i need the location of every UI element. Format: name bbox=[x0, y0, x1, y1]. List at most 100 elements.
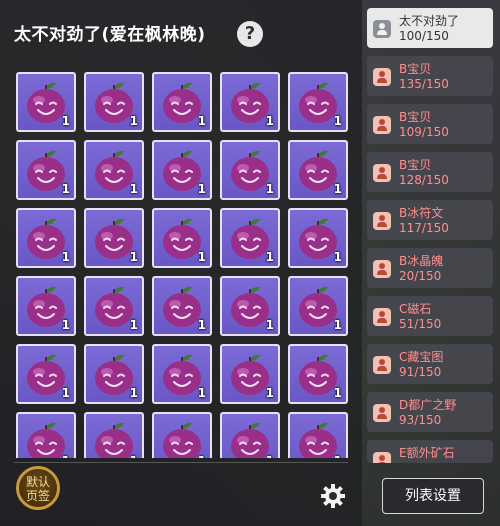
bag-list-item-count: 117/150 bbox=[399, 221, 449, 235]
item-count: 1 bbox=[333, 386, 342, 400]
item-count: 1 bbox=[129, 250, 138, 264]
item-count: 1 bbox=[61, 318, 70, 332]
bag-list-item-name: B冰晶魄 bbox=[399, 254, 444, 268]
item-count: 1 bbox=[333, 318, 342, 332]
inventory-slot[interactable]: 1 bbox=[16, 412, 76, 458]
inventory-slot[interactable]: 1 bbox=[288, 412, 348, 458]
inventory-slot[interactable]: 1 bbox=[16, 208, 76, 268]
bag-list-item[interactable]: B宝贝 128/150 bbox=[367, 152, 493, 192]
item-count: 1 bbox=[129, 182, 138, 196]
inventory-slot[interactable]: 1 bbox=[152, 276, 212, 336]
inventory-slot[interactable]: 1 bbox=[152, 344, 212, 404]
user-avatar-icon bbox=[373, 404, 391, 422]
bag-list-item[interactable]: D都广之野 93/150 bbox=[367, 392, 493, 432]
item-count: 1 bbox=[61, 182, 70, 196]
default-tab-button[interactable]: 默认 页签 bbox=[16, 466, 60, 510]
help-button[interactable]: ? bbox=[237, 21, 263, 47]
item-count: 1 bbox=[62, 454, 70, 458]
user-avatar-icon bbox=[373, 452, 391, 463]
inventory-slot[interactable]: 1 bbox=[84, 276, 144, 336]
item-count: 1 bbox=[129, 114, 138, 128]
user-avatar-icon bbox=[373, 116, 391, 134]
item-count: 1 bbox=[265, 114, 274, 128]
inventory-slot[interactable]: 1 bbox=[152, 140, 212, 200]
bag-list-item-count: 91/150 bbox=[399, 365, 442, 379]
inventory-slot[interactable]: 1 bbox=[288, 344, 348, 404]
inventory-slot[interactable]: 1 bbox=[288, 140, 348, 200]
bag-list-item[interactable]: 太不对劲了 100/150 bbox=[367, 8, 493, 48]
item-count: 1 bbox=[61, 250, 70, 264]
user-avatar-icon bbox=[373, 308, 391, 326]
item-count: 1 bbox=[333, 114, 342, 128]
bag-list-item-name: E额外矿石 bbox=[399, 446, 455, 460]
item-grid: 1 1 1 1 1 1 1 1 1 1 1 1 1 1 1 1 1 1 1 1 1 1 1 1 1 1 1 1 1 1 bbox=[16, 72, 352, 458]
inventory-slot[interactable]: 1 bbox=[220, 412, 280, 458]
item-count: 1 bbox=[197, 318, 206, 332]
user-avatar-icon bbox=[373, 164, 391, 182]
inventory-slot[interactable]: 1 bbox=[220, 140, 280, 200]
bag-list-item-name: B宝贝 bbox=[399, 110, 432, 124]
item-count: 1 bbox=[265, 318, 274, 332]
bag-list-item-name: B宝贝 bbox=[399, 62, 432, 76]
inventory-slot[interactable]: 1 bbox=[220, 344, 280, 404]
bag-list-item-count: 93/150 bbox=[399, 413, 442, 427]
default-tab-label-1: 默认 bbox=[25, 475, 50, 489]
item-count: 1 bbox=[61, 386, 70, 400]
inventory-slot[interactable]: 1 bbox=[84, 140, 144, 200]
inventory-slot[interactable]: 1 bbox=[152, 72, 212, 132]
inventory-slot[interactable]: 1 bbox=[84, 344, 144, 404]
inventory-slot[interactable]: 1 bbox=[288, 72, 348, 132]
default-tab-label-2: 页签 bbox=[25, 489, 50, 503]
inventory-slot[interactable]: 1 bbox=[84, 208, 144, 268]
item-count: 1 bbox=[266, 454, 274, 458]
inventory-slot[interactable]: 1 bbox=[220, 208, 280, 268]
bag-list-item[interactable]: B宝贝 109/150 bbox=[367, 104, 493, 144]
inventory-slot[interactable]: 1 bbox=[220, 72, 280, 132]
item-count: 1 bbox=[334, 454, 342, 458]
bag-list-item[interactable]: C藏宝图 91/150 bbox=[367, 344, 493, 384]
inventory-slot[interactable]: 1 bbox=[84, 412, 144, 458]
bag-list-item[interactable]: C磁石 51/150 bbox=[367, 296, 493, 336]
inventory-slot[interactable]: 1 bbox=[152, 412, 212, 458]
item-count: 1 bbox=[265, 182, 274, 196]
inventory-slot[interactable]: 1 bbox=[220, 276, 280, 336]
inventory-slot[interactable]: 1 bbox=[288, 208, 348, 268]
bag-list-item-name: B冰符文 bbox=[399, 206, 444, 220]
bag-list-item[interactable]: B宝贝 135/150 bbox=[367, 56, 493, 96]
bag-list-item[interactable]: B冰晶魄 20/150 bbox=[367, 248, 493, 288]
inventory-slot[interactable]: 1 bbox=[152, 208, 212, 268]
inventory-slot[interactable]: 1 bbox=[288, 276, 348, 336]
bag-list-item-name: B宝贝 bbox=[399, 158, 432, 172]
item-count: 1 bbox=[333, 182, 342, 196]
user-avatar-icon bbox=[373, 68, 391, 86]
user-avatar-icon bbox=[373, 260, 391, 278]
user-avatar-icon bbox=[373, 356, 391, 374]
bag-list-item-count: 20/150 bbox=[399, 269, 442, 283]
bag-list-item[interactable]: E额外矿石 bbox=[367, 440, 493, 463]
bag-list-item-name: D都广之野 bbox=[399, 398, 457, 412]
item-count: 1 bbox=[197, 386, 206, 400]
inventory-slot[interactable]: 1 bbox=[16, 140, 76, 200]
bag-list-item-count: 100/150 bbox=[399, 29, 449, 43]
inventory-slot[interactable]: 1 bbox=[84, 72, 144, 132]
bag-list-item[interactable]: B冰符文 117/150 bbox=[367, 200, 493, 240]
divider bbox=[14, 462, 348, 463]
backpack-title: 太不对劲了(爱在枫林晚) bbox=[14, 25, 206, 45]
bag-list-item-count: 109/150 bbox=[399, 125, 449, 139]
bag-list-item-name: 太不对劲了 bbox=[399, 14, 460, 28]
bag-list-item-count: 135/150 bbox=[399, 77, 449, 91]
item-count: 1 bbox=[265, 250, 274, 264]
inventory-slot[interactable]: 1 bbox=[16, 276, 76, 336]
inventory-slot[interactable]: 1 bbox=[16, 344, 76, 404]
backpack-panel: 太不对劲了(爱在枫林晚) ? 1111111111111111111111111… bbox=[0, 0, 362, 526]
item-count: 1 bbox=[197, 182, 206, 196]
item-count: 1 bbox=[197, 250, 206, 264]
bag-list-item-name: C磁石 bbox=[399, 302, 432, 316]
user-avatar-icon bbox=[373, 20, 391, 38]
gear-icon[interactable] bbox=[319, 482, 347, 510]
inventory-slot[interactable]: 1 bbox=[16, 72, 76, 132]
list-settings-button[interactable]: 列表设置 bbox=[382, 478, 484, 514]
bag-list-item-name: C藏宝图 bbox=[399, 350, 444, 364]
item-count: 1 bbox=[333, 250, 342, 264]
bag-list-item-count: 128/150 bbox=[399, 173, 449, 187]
